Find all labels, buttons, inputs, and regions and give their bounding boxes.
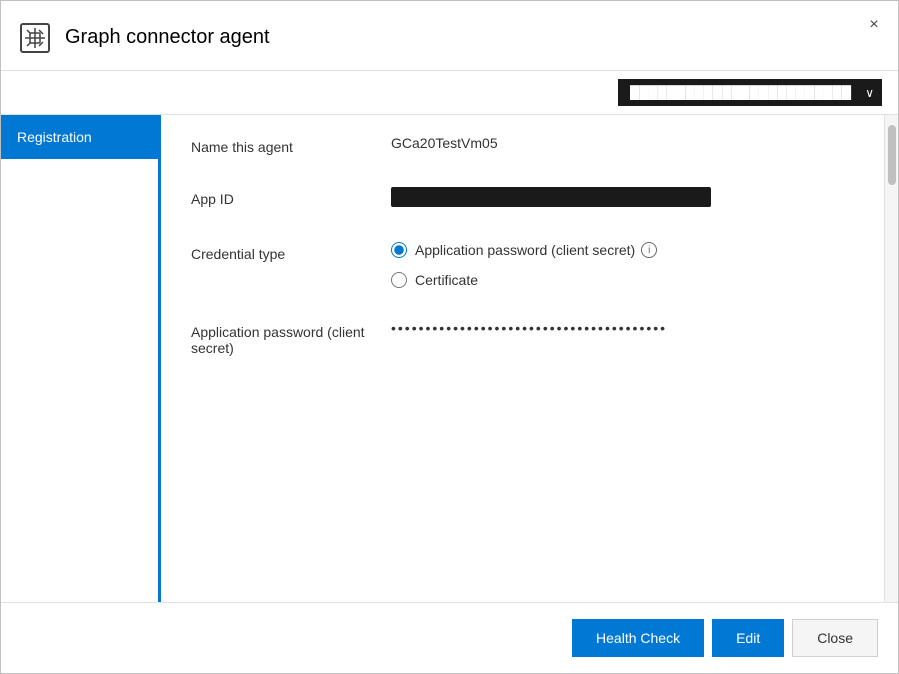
scrollbar-track[interactable] — [884, 115, 898, 602]
window-close-button[interactable]: × — [860, 11, 888, 39]
sidebar: Registration — [1, 115, 161, 602]
close-button[interactable]: Close — [792, 619, 878, 657]
value-appid — [391, 187, 854, 210]
label-name: Name this agent — [191, 135, 391, 155]
sidebar-item-registration[interactable]: Registration — [1, 115, 158, 159]
edit-button[interactable]: Edit — [712, 619, 784, 657]
form-row-appid: App ID — [191, 187, 854, 210]
agent-dropdown[interactable]: ████████████████████████ — [618, 79, 882, 106]
footer: Health Check Edit Close — [1, 602, 898, 673]
dropdown-bar: ████████████████████████ ∨ — [1, 71, 898, 115]
label-password: Application password (client secret) — [191, 320, 391, 356]
info-icon-app-password[interactable]: i — [641, 242, 657, 258]
form-row-password: Application password (client secret) •••… — [191, 320, 854, 356]
password-dots: •••••••••••••••••••••••••••••••••••••••• — [391, 320, 667, 336]
radio-app-password[interactable] — [391, 242, 407, 258]
title-bar: Graph connector agent × — [1, 1, 898, 71]
value-credential: Application password (client secret) i C… — [391, 242, 854, 288]
radio-app-password-label: Application password (client secret) i — [415, 242, 657, 258]
label-appid: App ID — [191, 187, 391, 207]
value-name: GCa20TestVm05 — [391, 135, 854, 151]
radio-option-app-password[interactable]: Application password (client secret) i — [391, 242, 854, 258]
main-content: Name this agent GCa20TestVm05 App ID Cre… — [161, 115, 884, 602]
content-area: Registration Name this agent GCa20TestVm… — [1, 115, 898, 602]
main-window: Graph connector agent × ████████████████… — [0, 0, 899, 674]
agent-dropdown-wrapper: ████████████████████████ ∨ — [618, 79, 882, 106]
value-password: •••••••••••••••••••••••••••••••••••••••• — [391, 320, 854, 336]
credential-radio-group: Application password (client secret) i C… — [391, 242, 854, 288]
app-id-masked — [391, 187, 711, 207]
app-icon — [17, 20, 53, 56]
form-row-name: Name this agent GCa20TestVm05 — [191, 135, 854, 155]
form-row-credential: Credential type Application password (cl… — [191, 242, 854, 288]
radio-option-certificate[interactable]: Certificate — [391, 272, 854, 288]
scrollbar-thumb[interactable] — [888, 125, 896, 185]
label-credential: Credential type — [191, 242, 391, 262]
radio-certificate-label: Certificate — [415, 272, 478, 288]
health-check-button[interactable]: Health Check — [572, 619, 704, 657]
radio-certificate[interactable] — [391, 272, 407, 288]
window-title: Graph connector agent — [65, 26, 270, 49]
